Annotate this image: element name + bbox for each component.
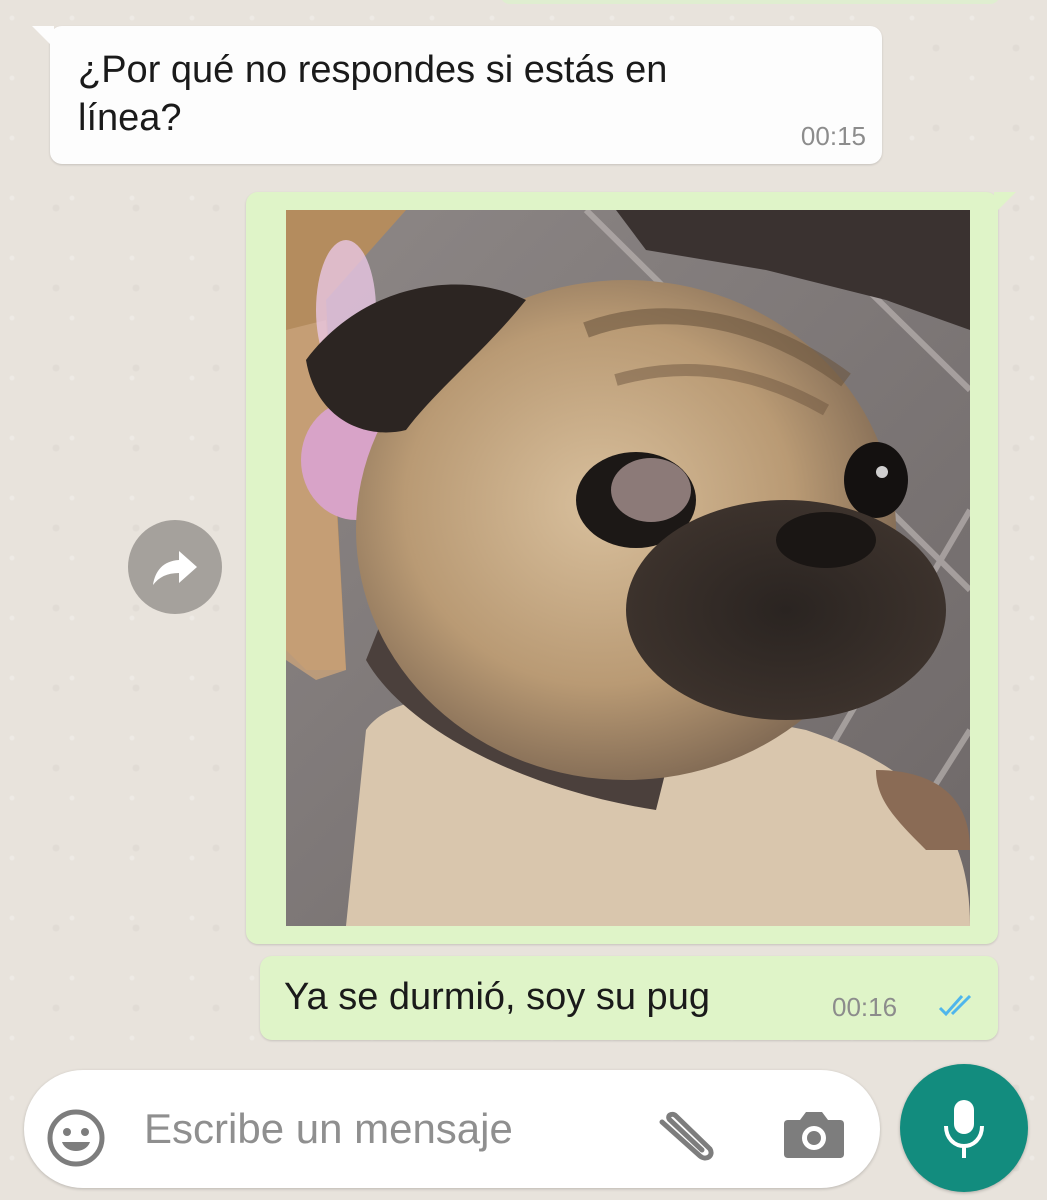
- mic-icon: [944, 1100, 984, 1158]
- emoji-icon[interactable]: [46, 1108, 106, 1168]
- camera-icon[interactable]: [782, 1108, 846, 1160]
- outgoing-message-bubble[interactable]: Ya se durmió, soy su pug 00:16: [260, 956, 998, 1040]
- outgoing-message-time: 00:16: [832, 992, 898, 1022]
- incoming-message-text: ¿Por qué no respondes si estás en línea?: [78, 49, 668, 139]
- previous-message-edge: [500, 0, 1000, 4]
- mic-button[interactable]: [900, 1064, 1028, 1192]
- message-composer: [24, 1070, 880, 1188]
- outgoing-message-text: Ya se durmió, soy su pug: [284, 976, 710, 1018]
- incoming-message-bubble[interactable]: ¿Por qué no respondes si estás en línea?…: [32, 26, 882, 164]
- read-ticks-icon: [938, 994, 972, 1017]
- forward-button[interactable]: [128, 520, 222, 614]
- incoming-message-time: 00:15: [800, 121, 866, 151]
- pug-photo-drawing: [286, 210, 970, 926]
- outgoing-image-bubble[interactable]: [246, 192, 1016, 944]
- forward-icon: [153, 551, 197, 585]
- pug-photo[interactable]: [286, 210, 970, 926]
- attach-icon[interactable]: [654, 1104, 724, 1164]
- message-input[interactable]: [142, 1100, 646, 1158]
